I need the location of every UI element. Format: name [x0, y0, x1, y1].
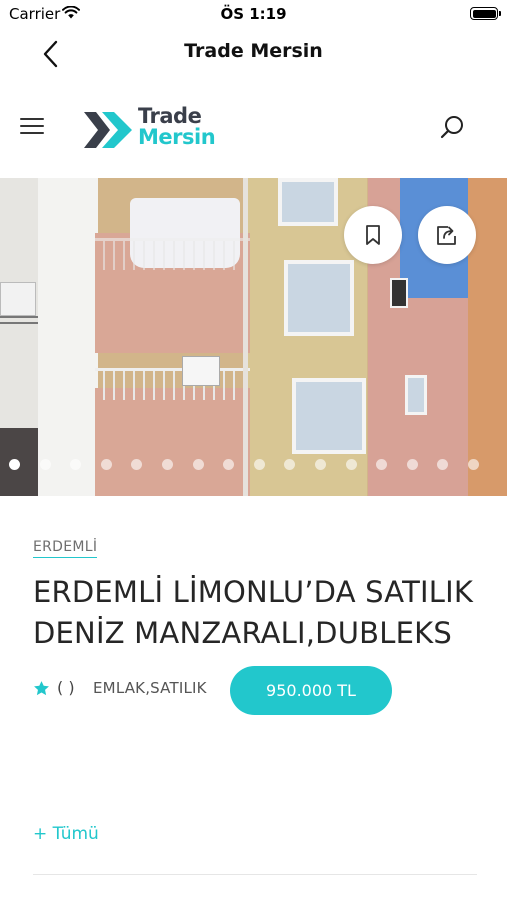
- bookmark-icon: [366, 225, 380, 245]
- listing-meta-row: ( ) EMLAK,SATILIK 950.000 TL: [33, 666, 478, 716]
- bookmark-button[interactable]: [344, 206, 402, 264]
- menu-button[interactable]: [20, 118, 44, 140]
- status-bar: Carrier ÖS 1:19: [0, 0, 507, 28]
- photo-window: [405, 375, 427, 415]
- price-badge[interactable]: 950.000 TL: [230, 666, 392, 715]
- photo-railing: [0, 316, 38, 324]
- page-dot[interactable]: [131, 459, 143, 470]
- logo[interactable]: Trade Mersin: [84, 104, 234, 156]
- listing-details: ERDEMLİ ERDEMLİ LİMONLU’DA SATILIK DENİZ…: [33, 536, 478, 716]
- photo-balcony-lower: [95, 388, 250, 496]
- photo-window: [278, 178, 338, 226]
- listing-title: ERDEMLİ LİMONLU’DA SATILIK DENİZ MANZARA…: [33, 575, 474, 650]
- page-dot[interactable]: [406, 459, 418, 470]
- photo-window: [292, 378, 366, 454]
- photo-ac-unit: [182, 356, 220, 386]
- photo-gallery[interactable]: [0, 178, 507, 496]
- page-dot[interactable]: [192, 459, 204, 470]
- nav-title: Trade Mersin: [184, 40, 323, 62]
- page-dot[interactable]: [70, 459, 82, 470]
- photo-window: [284, 260, 354, 336]
- page-dot[interactable]: [314, 459, 326, 470]
- share-button[interactable]: [418, 206, 476, 264]
- page-dot[interactable]: [467, 459, 479, 470]
- navigation-bar: Trade Mersin: [0, 28, 507, 78]
- photo-window: [390, 278, 408, 308]
- page-dot[interactable]: [161, 459, 173, 470]
- hamburger-menu-icon: [20, 118, 44, 120]
- photo-pipe: [243, 178, 248, 496]
- star-icon[interactable]: [33, 680, 50, 697]
- photo-railing-lower: [95, 368, 250, 400]
- logo-line-trade: Trade: [138, 104, 202, 128]
- photo-ac-unit: [0, 282, 36, 316]
- district-tag[interactable]: ERDEMLİ: [33, 539, 98, 558]
- page-dot[interactable]: [253, 459, 265, 470]
- photo-railing-upper: [95, 238, 250, 270]
- page-dot[interactable]: [376, 459, 388, 470]
- site-header: Trade Mersin: [0, 90, 507, 170]
- logo-line-mersin: Mersin: [138, 125, 216, 149]
- menu-line: [20, 132, 44, 134]
- page-dot[interactable]: [9, 459, 20, 470]
- page-dot[interactable]: [100, 459, 112, 470]
- status-time: ÖS 1:19: [220, 5, 287, 23]
- page-dot[interactable]: [345, 459, 357, 470]
- logo-text: Trade Mersin: [138, 104, 216, 149]
- page-dot[interactable]: [223, 459, 235, 470]
- search-icon: [440, 116, 463, 139]
- page-dot[interactable]: [284, 459, 296, 470]
- menu-line: [20, 125, 44, 127]
- photo-page-indicator[interactable]: [9, 459, 499, 470]
- show-all-link[interactable]: + Tümü: [33, 824, 99, 844]
- search-button[interactable]: [439, 114, 467, 142]
- photo-building-white: [38, 178, 98, 496]
- previous-photo-peek: [0, 178, 38, 496]
- logo-arrows-icon: [84, 112, 132, 148]
- divider: [33, 874, 477, 875]
- category-label[interactable]: EMLAK,SATILIK: [93, 679, 207, 697]
- page-dot[interactable]: [437, 459, 449, 470]
- rating-count: ( ): [57, 678, 75, 697]
- battery-icon: [470, 7, 501, 20]
- share-icon: [437, 226, 456, 245]
- page-dot[interactable]: [39, 459, 51, 470]
